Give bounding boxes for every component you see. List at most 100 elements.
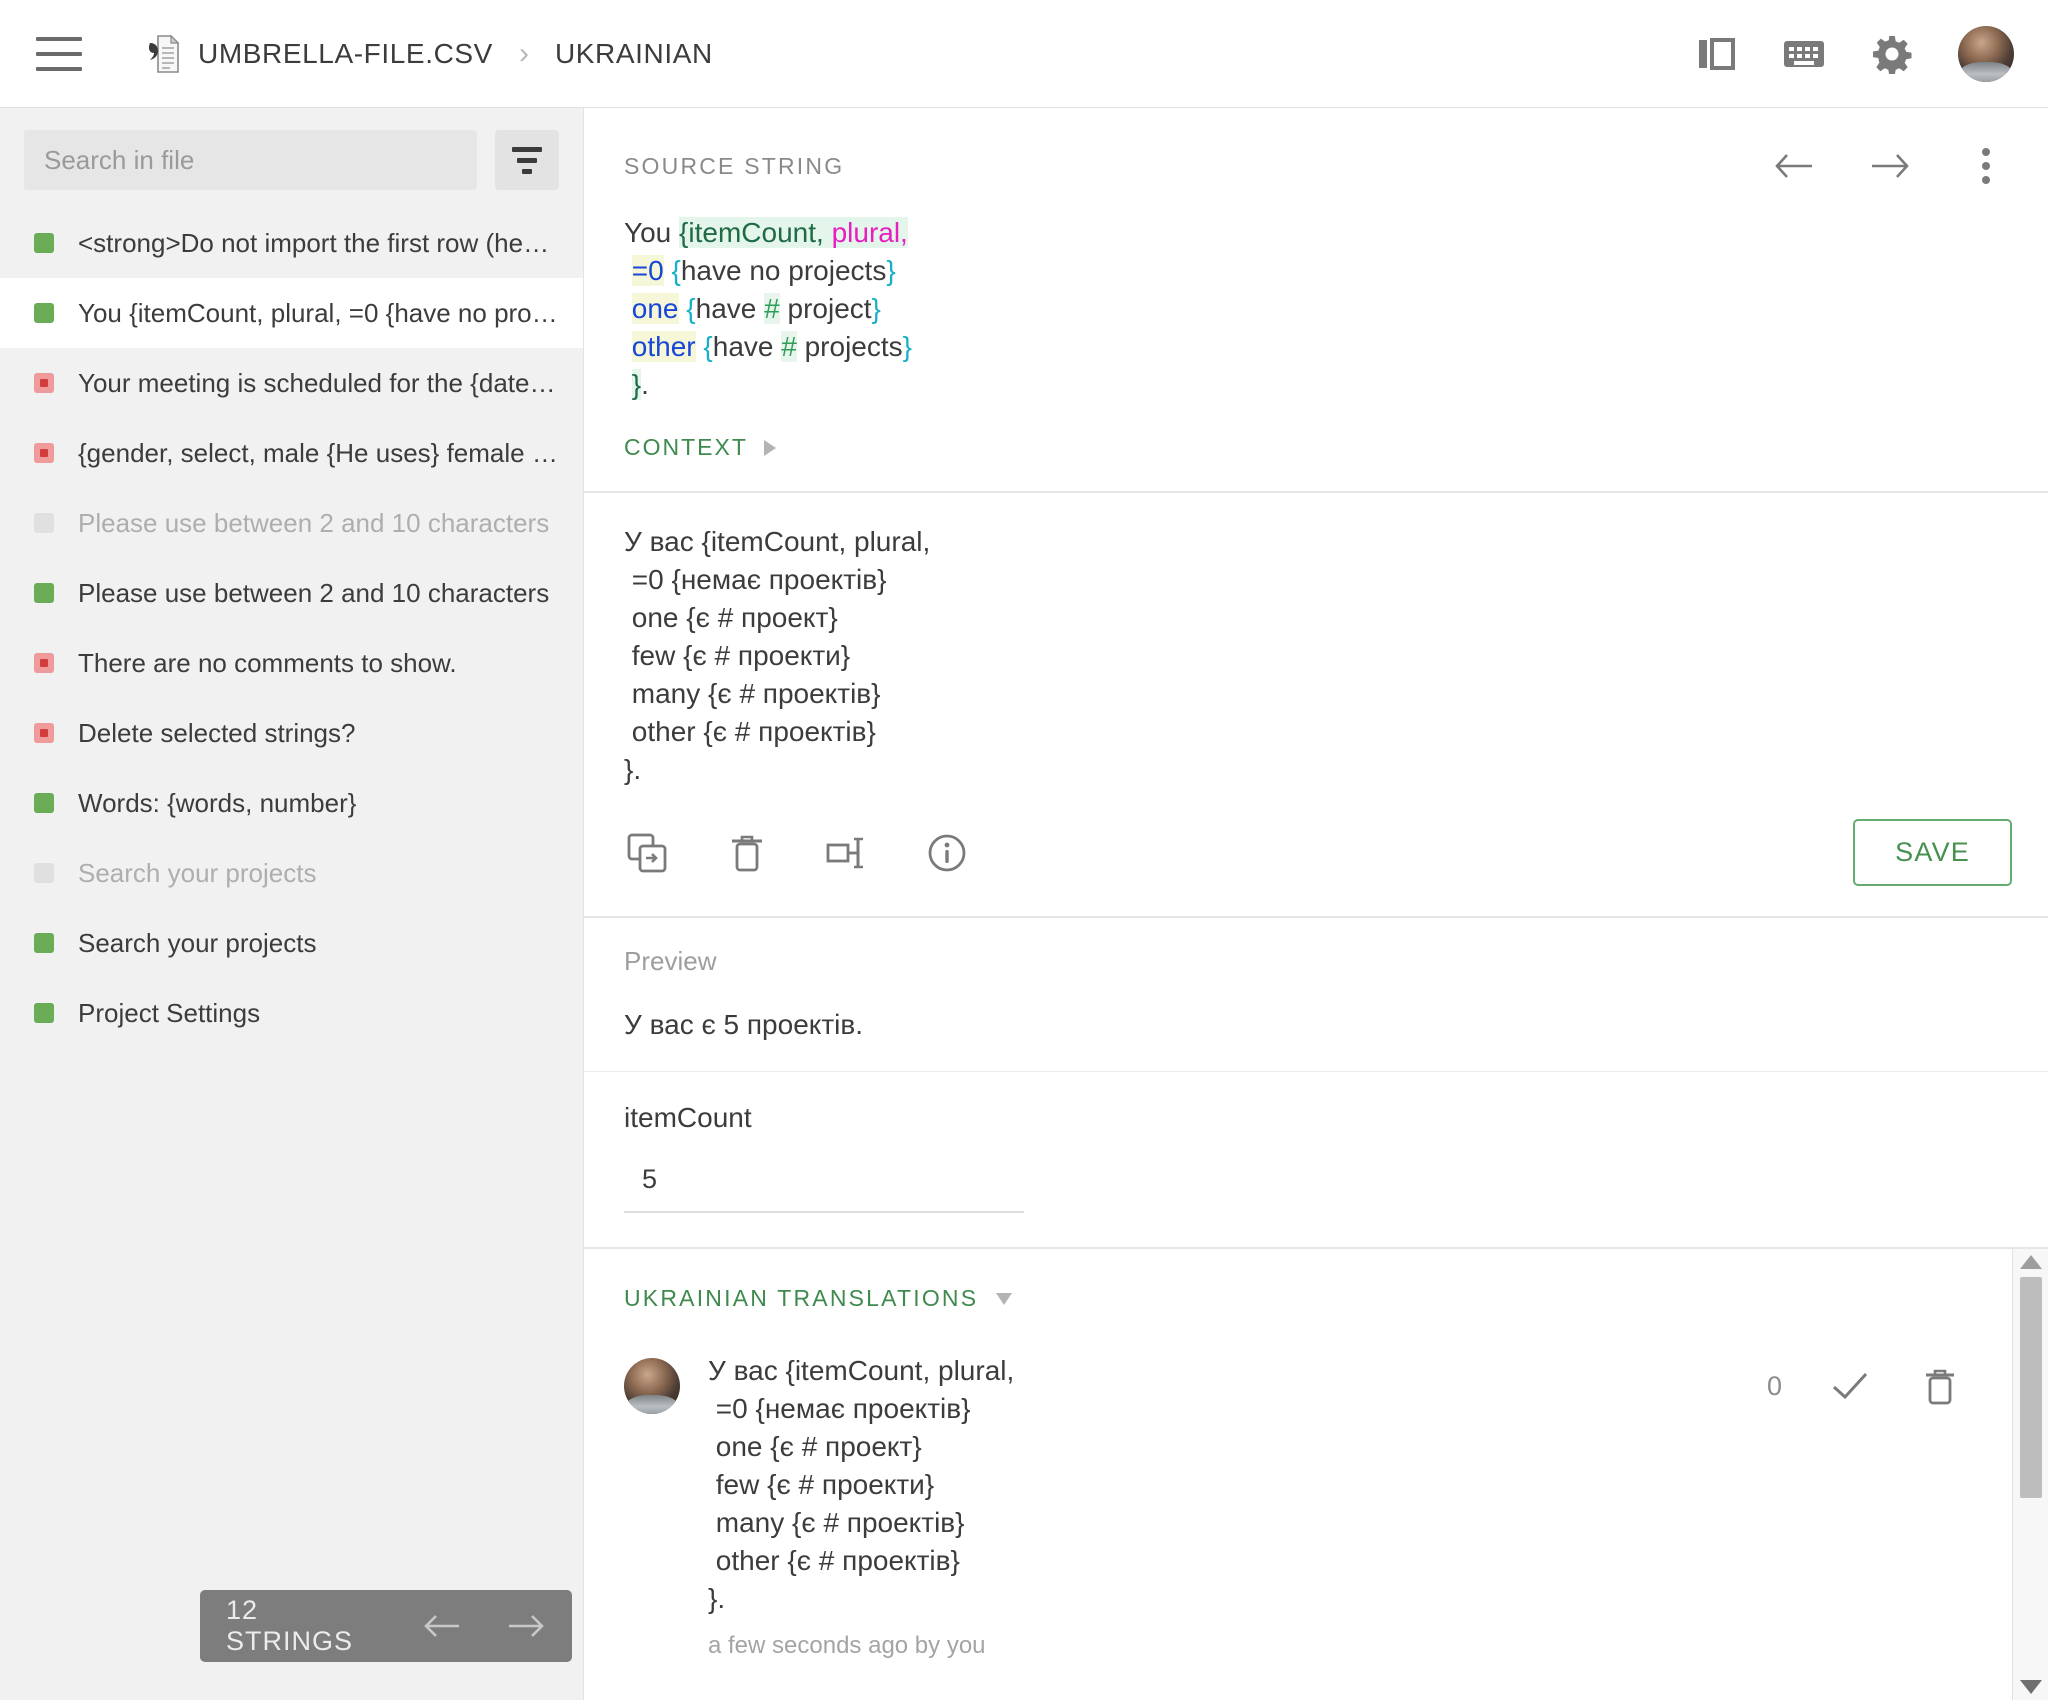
status-badge [34,653,54,673]
scroll-up-icon[interactable] [2019,1255,2042,1269]
source-token: { [686,293,696,324]
source-token: } [886,255,896,286]
string-count-label: 12 STRINGS [226,1595,354,1656]
body: <strong>Do not import the first row (hea… [0,108,2048,1700]
trash-icon[interactable] [1918,1364,1962,1408]
sidebar: <strong>Do not import the first row (hea… [0,108,583,1700]
source-token: # [781,331,797,362]
scrollbar-thumb[interactable] [2019,1277,2042,1499]
clear-translation-icon[interactable] [724,830,770,876]
list-item[interactable]: Delete selected strings? [0,698,583,768]
filter-line [522,168,532,174]
source-token: =0 [631,255,664,286]
list-item[interactable]: Search your projects [0,838,583,908]
split-view-icon[interactable] [1694,32,1738,76]
breadcrumb-separator-icon: › [518,36,529,70]
translations-header[interactable]: UKRAINIAN TRANSLATIONS [624,1285,1972,1312]
source-token: You [624,217,680,248]
source-token: one [631,293,679,324]
source-string-body: You {itemCount, plural, =0 {have no proj… [584,188,2048,404]
avatar[interactable] [1958,25,2014,82]
translations-title[interactable]: UKRAINIAN TRANSLATIONS [624,1285,978,1312]
list-item-label: Please use between 2 and 10 characters [78,507,550,538]
translation-actions: 0 [1767,1364,1972,1408]
save-button[interactable]: SAVE [1853,819,2012,886]
source-string-title: SOURCE STRING [624,152,845,179]
info-icon[interactable] [924,830,970,876]
breadcrumb: UMBRELLA-FILE.CSV › UKRAINIAN [146,34,713,74]
status-badge [34,443,54,463]
source-string-text: You {itemCount, plural, =0 {have no proj… [624,214,2008,404]
list-item[interactable]: Please use between 2 and 10 characters [0,558,583,628]
list-item[interactable]: Your meeting is scheduled for the {dateV… [0,348,583,418]
translation-editor[interactable]: У вас {itemCount, plural, =0 {немає прое… [584,493,2048,789]
context-toggle[interactable]: CONTEXT [584,404,2048,491]
chevron-down-icon[interactable] [996,1292,1013,1305]
list-item[interactable]: Project Settings [0,978,583,1048]
scroll-down-icon[interactable] [2019,1680,2042,1694]
list-item: У вас {itemCount, plural, =0 {немає прое… [624,1352,1972,1660]
filter-line [512,146,542,152]
list-item-label: Project Settings [78,997,261,1028]
source-token: } [871,293,881,324]
breadcrumb-language[interactable]: UKRAINIAN [555,38,713,70]
status-badge [34,583,54,603]
status-badge [34,1003,54,1023]
scrollbar-track[interactable] [2013,1269,2048,1680]
filter-line [517,157,537,163]
more-vertical-icon[interactable] [1964,144,2008,188]
arrow-left-icon[interactable] [1772,144,1816,188]
list-item[interactable]: <strong>Do not import the first row (hea… [0,208,583,278]
parameter-block: itemCount [584,1072,2048,1247]
hamburger-line [36,51,82,56]
string-list: <strong>Do not import the first row (hea… [0,208,583,1700]
translations-section: UKRAINIAN TRANSLATIONS У вас {itemCount,… [584,1247,2048,1700]
filter-icon[interactable] [495,130,559,190]
keyboard-icon[interactable] [1782,32,1826,76]
breadcrumb-file-name[interactable]: UMBRELLA-FILE.CSV [198,38,493,70]
list-item[interactable]: Search your projects [0,908,583,978]
arrow-left-icon[interactable] [422,1613,462,1639]
chevron-right-icon[interactable] [763,439,776,456]
list-item[interactable]: {gender, select, male {He uses} female {… [0,418,583,488]
source-string-actions [1772,144,2008,188]
status-badge [34,513,54,533]
preview-text: У вас є 5 проектів. [624,1009,864,1040]
parameter-name: itemCount [624,1102,752,1133]
source-token: plural, [831,217,908,248]
list-item-label: Please use between 2 and 10 characters [78,577,550,608]
source-token: projects [796,331,903,362]
vote-count: 0 [1766,1370,1782,1401]
arrow-right-icon[interactable] [1868,144,1912,188]
top-bar-actions [1694,25,2014,82]
list-item[interactable]: Please use between 2 and 10 characters [0,488,583,558]
string-count-pager: 12 STRINGS [200,1590,572,1662]
source-token: have [695,293,765,324]
list-item[interactable]: You {itemCount, plural, =0 {have no proj… [0,278,583,348]
sidebar-search-row [0,108,583,208]
vertical-scrollbar[interactable] [2012,1249,2048,1700]
source-token: itemCount, [688,217,824,248]
gear-icon[interactable] [1870,32,1914,76]
search-box[interactable] [24,130,477,190]
copy-source-icon[interactable] [624,830,670,876]
check-icon[interactable] [1828,1364,1872,1408]
source-token: . [641,369,649,400]
hamburger-menu-icon[interactable] [36,36,82,71]
preview-label: Preview [624,946,717,976]
context-label[interactable]: CONTEXT [624,434,748,461]
list-item[interactable]: Words: {words, number} [0,768,583,838]
csv-file-icon [146,34,180,74]
toggle-whitespace-icon[interactable] [824,830,870,876]
list-item[interactable]: There are no comments to show. [0,628,583,698]
arrow-right-icon[interactable] [506,1613,546,1639]
search-input[interactable] [44,144,457,176]
list-item-label: {gender, select, male {He uses} female {… [78,437,558,468]
translation-meta: a few seconds ago by you [708,1632,986,1659]
parameter-input[interactable] [624,1160,1024,1213]
translation-input[interactable]: У вас {itemCount, plural, =0 {немає прое… [624,523,2008,789]
app-root: UMBRELLA-FILE.CSV › UKRAINIAN Search in … [0,0,2048,1700]
status-badge [34,373,54,393]
avatar [624,1358,680,1414]
translation-body: У вас {itemCount, plural, =0 {немає прое… [708,1352,1739,1660]
